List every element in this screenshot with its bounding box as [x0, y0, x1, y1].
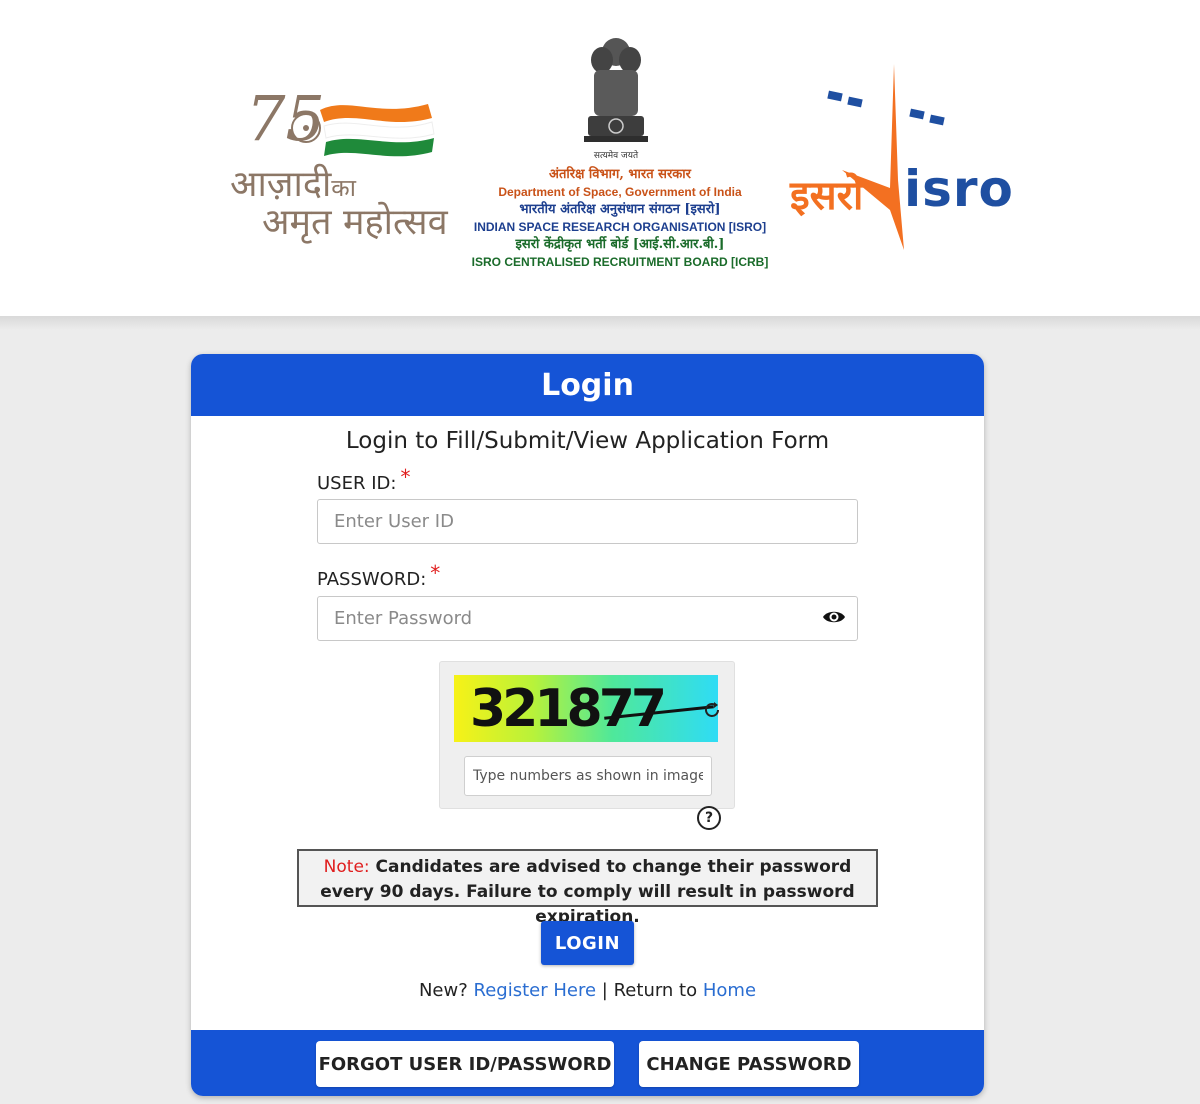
- new-user-text: New?: [418, 980, 468, 1001]
- user-id-label: USER ID: *: [317, 465, 411, 494]
- ashoka-emblem-icon: [584, 38, 648, 142]
- login-button[interactable]: LOGIN: [541, 921, 634, 965]
- help-icon[interactable]: ?: [697, 806, 721, 830]
- password-label: PASSWORD: *: [317, 561, 441, 590]
- org-line-icrb-hindi: इसरो केंद्रीकृत भर्ती बोर्ड [आई.सी.आर.बी…: [515, 237, 725, 252]
- org-line-department-hindi: अंतरिक्ष विभाग, भारत सरकार: [549, 167, 691, 182]
- org-line-department-english: Department of Space, Government of India: [498, 184, 742, 199]
- change-password-button[interactable]: CHANGE PASSWORD: [639, 1041, 859, 1087]
- captcha-code: 321877: [470, 678, 667, 739]
- org-line-isro-hindi: भारतीय अंतरिक्ष अनुसंधान संगठन [इसरो]: [519, 202, 721, 217]
- org-line-isro-english: INDIAN SPACE RESEARCH ORGANISATION [ISRO…: [473, 219, 767, 234]
- header-banner: 75 आज़ादीका अमृत महोत्सव सत्यमेव जयते अं…: [0, 0, 1200, 316]
- captcha-input[interactable]: [464, 756, 712, 796]
- tricolor-flag-icon: 75: [246, 82, 435, 157]
- captcha-panel: 321877: [439, 661, 735, 809]
- required-mark: *: [400, 465, 411, 489]
- isro-hindi-wordmark: इसरो: [790, 173, 864, 219]
- azadi-ka-amrit-mahotsav-logo: 75 आज़ादीका अमृत महोत्सव: [228, 78, 458, 248]
- org-line-icrb-english: ISRO CENTRALISED RECRUITMENT BOARD [ICRB…: [471, 254, 769, 269]
- login-card-footer: FORGOT USER ID/PASSWORD CHANGE PASSWORD: [191, 1030, 984, 1096]
- register-here-link[interactable]: Register Here: [474, 980, 597, 1001]
- isro-english-wordmark: isro: [904, 160, 1014, 218]
- note-text: Candidates are advised to change their p…: [320, 857, 855, 927]
- login-subtitle: Login to Fill/Submit/View Application Fo…: [345, 428, 830, 454]
- forgot-user-id-password-button[interactable]: FORGOT USER ID/PASSWORD: [316, 1041, 614, 1087]
- login-title: Login: [541, 367, 634, 403]
- refresh-icon[interactable]: [702, 700, 722, 720]
- password-expiry-note: Note: Candidates are advised to change t…: [297, 849, 878, 927]
- eye-icon[interactable]: [822, 608, 846, 626]
- return-to-text: Return to: [613, 980, 698, 1001]
- home-link[interactable]: Home: [703, 980, 756, 1001]
- register-home-links: New? Register Here | Return to Home: [191, 980, 984, 1001]
- organisation-name-block: अंतरिक्ष विभाग, भारत सरकार Department of…: [470, 166, 770, 271]
- captcha-image: 321877: [454, 675, 718, 742]
- header-divider: [0, 316, 1200, 330]
- isro-logo: इसरो isro: [786, 60, 1013, 255]
- password-input[interactable]: [317, 596, 858, 641]
- azadi-line-2: अमृत महोत्सव: [262, 202, 448, 243]
- emblem-motto: सत्यमेव जयते: [593, 151, 639, 161]
- isro-rocket-icon: [827, 64, 945, 250]
- note-label: Note:: [323, 857, 370, 877]
- login-card: Login Login to Fill/Submit/View Applicat…: [191, 354, 984, 1096]
- login-card-header: Login: [191, 354, 984, 416]
- required-mark: *: [430, 561, 441, 585]
- user-id-input[interactable]: [317, 499, 858, 544]
- link-separator: |: [601, 980, 608, 1001]
- logo-number-75: 75: [246, 82, 325, 155]
